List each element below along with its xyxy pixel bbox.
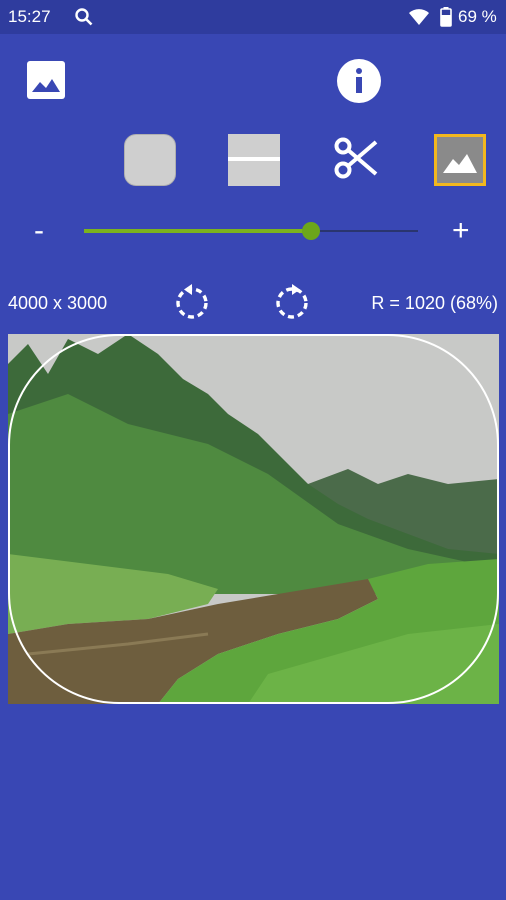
rotate-right-icon[interactable]	[272, 280, 312, 327]
status-bar: 15:27 69 %	[0, 0, 506, 34]
zoom-in-button[interactable]: +	[452, 216, 470, 246]
horizontal-line-icon	[228, 157, 280, 161]
image-mode-icon[interactable]	[434, 134, 486, 186]
moon-icon	[103, 6, 123, 33]
night-mode-moon-icon[interactable]	[442, 56, 480, 111]
zoom-out-button[interactable]: -	[34, 216, 44, 246]
battery-icon	[440, 7, 452, 32]
battery-percent: 69 %	[458, 7, 497, 26]
status-time: 15:27	[8, 7, 51, 26]
corner-radius-value: R = 1020 (68%)	[371, 293, 498, 313]
horizontal-line-shape-button[interactable]	[228, 134, 280, 186]
rotate-left-icon[interactable]	[172, 280, 212, 327]
slider-filled-track	[84, 229, 311, 233]
rounded-square-shape-icon	[124, 134, 176, 186]
image-dimensions: 4000 x 3000	[8, 293, 108, 313]
zoom-slider[interactable]	[84, 220, 418, 242]
info-icon[interactable]	[336, 58, 382, 109]
slider-thumb[interactable]	[302, 222, 320, 240]
image-gallery-icon[interactable]	[26, 60, 66, 105]
search-icon	[74, 7, 94, 32]
rounded-square-shape-button[interactable]	[124, 134, 176, 186]
scissors-icon[interactable]	[332, 134, 380, 187]
wifi-icon	[408, 8, 430, 31]
photo-preview[interactable]	[8, 334, 499, 704]
